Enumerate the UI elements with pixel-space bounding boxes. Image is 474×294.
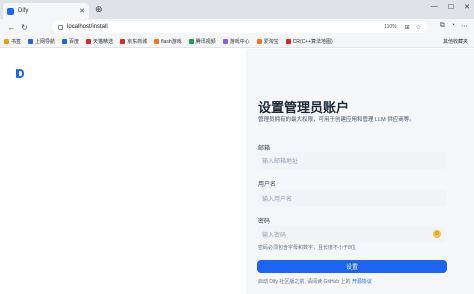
bookmark-item[interactable]: 游戏中心: [222, 38, 250, 45]
maximize-icon[interactable]: ☐: [448, 3, 454, 11]
bookmark-item[interactable]: 百度: [62, 38, 79, 45]
bookmark-icon: [4, 38, 9, 44]
bookmark-item[interactable]: 天猫精选: [86, 38, 113, 45]
install-page: [0, 49, 474, 294]
extensions-icon[interactable]: ⧉: [440, 22, 445, 30]
dify-favicon-icon: [7, 7, 14, 15]
url-text[interactable]: localhost/install: [67, 24, 384, 30]
bookmark-label: CR(C++算法地图): [292, 38, 333, 45]
address-bar[interactable]: localhost/install 110% ⊞ ☆: [52, 21, 427, 33]
new-tab-icon[interactable]: ⊕: [95, 4, 103, 15]
minimize-icon[interactable]: —: [431, 3, 438, 11]
setup-submit-button[interactable]: 设置: [257, 260, 447, 273]
password-placeholder: 输入密码: [262, 233, 287, 239]
back-icon[interactable]: ←: [5, 23, 18, 32]
bookmark-item[interactable]: 京东商城: [120, 38, 147, 45]
browser-tab-strip: Dify ✕ ⊕ — ☐ ✕: [0, 0, 474, 19]
bookmark-label: 天猫精选: [93, 38, 114, 45]
bookmark-label: flash游戏: [161, 38, 182, 45]
bookmark-icon: [222, 38, 228, 44]
bookmark-label: 书签: [11, 38, 22, 45]
bookmark-label: 爱淘宝: [263, 38, 279, 45]
page-info-icon[interactable]: [58, 24, 63, 30]
bookmarks-bar: 书签 上网导航 百度 天猫精选 京东商城 flash游戏 腾讯视频 游戏中心 爱淘宝 CR(C++…: [0, 35, 474, 48]
bookmark-item[interactable]: 书签: [4, 38, 21, 45]
password-field[interactable]: 输入密码 ☺: [257, 226, 447, 243]
translate-icon[interactable]: ⊞: [405, 24, 410, 31]
bookmark-item[interactable]: 腾讯视频: [188, 38, 216, 45]
window-controls: — ☐ ✕: [431, 3, 470, 11]
bookmark-item[interactable]: CR(C++算法地图): [285, 38, 333, 45]
email-label: 邮箱: [258, 146, 271, 152]
page-title: 设置管理员账户: [258, 100, 350, 115]
menu-icon[interactable]: ⋯: [461, 22, 468, 30]
license-footer: 启动 Dify 社区版之前, 请阅读 GitHub 上的 开源协议: [258, 278, 372, 285]
username-label: 用户名: [258, 182, 277, 188]
password-hint: 密码必须包含字母和数字，且长度不小于8位: [258, 245, 356, 251]
right-panel: [246, 49, 474, 294]
bookmark-item[interactable]: 爱淘宝: [256, 38, 279, 45]
bookmark-label: 百度: [69, 38, 80, 45]
reload-icon[interactable]: ↻: [18, 23, 31, 32]
bookmark-icon: [120, 38, 126, 44]
password-label: 密码: [258, 219, 271, 225]
other-bookmarks[interactable]: 其他收藏夹: [443, 38, 468, 45]
submit-label: 设置: [345, 265, 358, 271]
username-field[interactable]: 输入用户名: [257, 190, 447, 207]
bookmark-icon: [154, 38, 160, 44]
bookmark-label: 上网导航: [35, 38, 56, 45]
bookmark-icon: [86, 38, 92, 44]
email-placeholder: 输入邮箱地址: [262, 159, 299, 165]
close-window-icon[interactable]: ✕: [464, 3, 470, 11]
left-panel: [0, 49, 246, 294]
omnibox-tools: ⊞ ☆: [405, 24, 421, 31]
username-placeholder: 输入用户名: [262, 197, 293, 203]
bookmark-icon: [256, 38, 262, 44]
star-icon[interactable]: ☆: [416, 24, 421, 31]
footer-text: 启动 Dify 社区版之前, 请阅读 GitHub 上的: [258, 279, 352, 285]
profile-icon[interactable]: ◔: [451, 22, 455, 30]
email-field[interactable]: 输入邮箱地址: [257, 152, 447, 169]
bookmark-label: 游戏中心: [229, 38, 250, 45]
browser-tab[interactable]: Dify ✕: [3, 3, 89, 19]
bookmark-icon: [285, 38, 291, 44]
toolbar-right: ⧉ ◔ ⋯: [440, 22, 468, 30]
bookmark-icon: [62, 38, 68, 44]
tab-title: Dify: [18, 8, 29, 14]
bookmark-icon: [188, 38, 194, 44]
page-subtitle: 管理员拥有的最大权限，可用于创建应用和管理 LLM 供应商等。: [258, 117, 415, 123]
password-reveal-icon[interactable]: ☺: [433, 230, 441, 238]
bookmark-label: 腾讯视频: [195, 38, 216, 45]
tab-close-icon[interactable]: ✕: [79, 7, 85, 15]
bookmark-label: 京东商城: [127, 38, 148, 45]
bookmark-item[interactable]: flash游戏: [154, 38, 182, 45]
bookmark-item[interactable]: 上网导航: [28, 38, 55, 45]
browser-toolbar: ← ↻ localhost/install 110% ⊞ ☆ ⧉ ◔ ⋯: [0, 19, 474, 35]
license-link[interactable]: 开源协议: [352, 279, 372, 285]
dify-logo-icon: [16, 69, 24, 78]
bookmark-icon: [28, 38, 34, 44]
zoom-level[interactable]: 110%: [384, 24, 396, 30]
